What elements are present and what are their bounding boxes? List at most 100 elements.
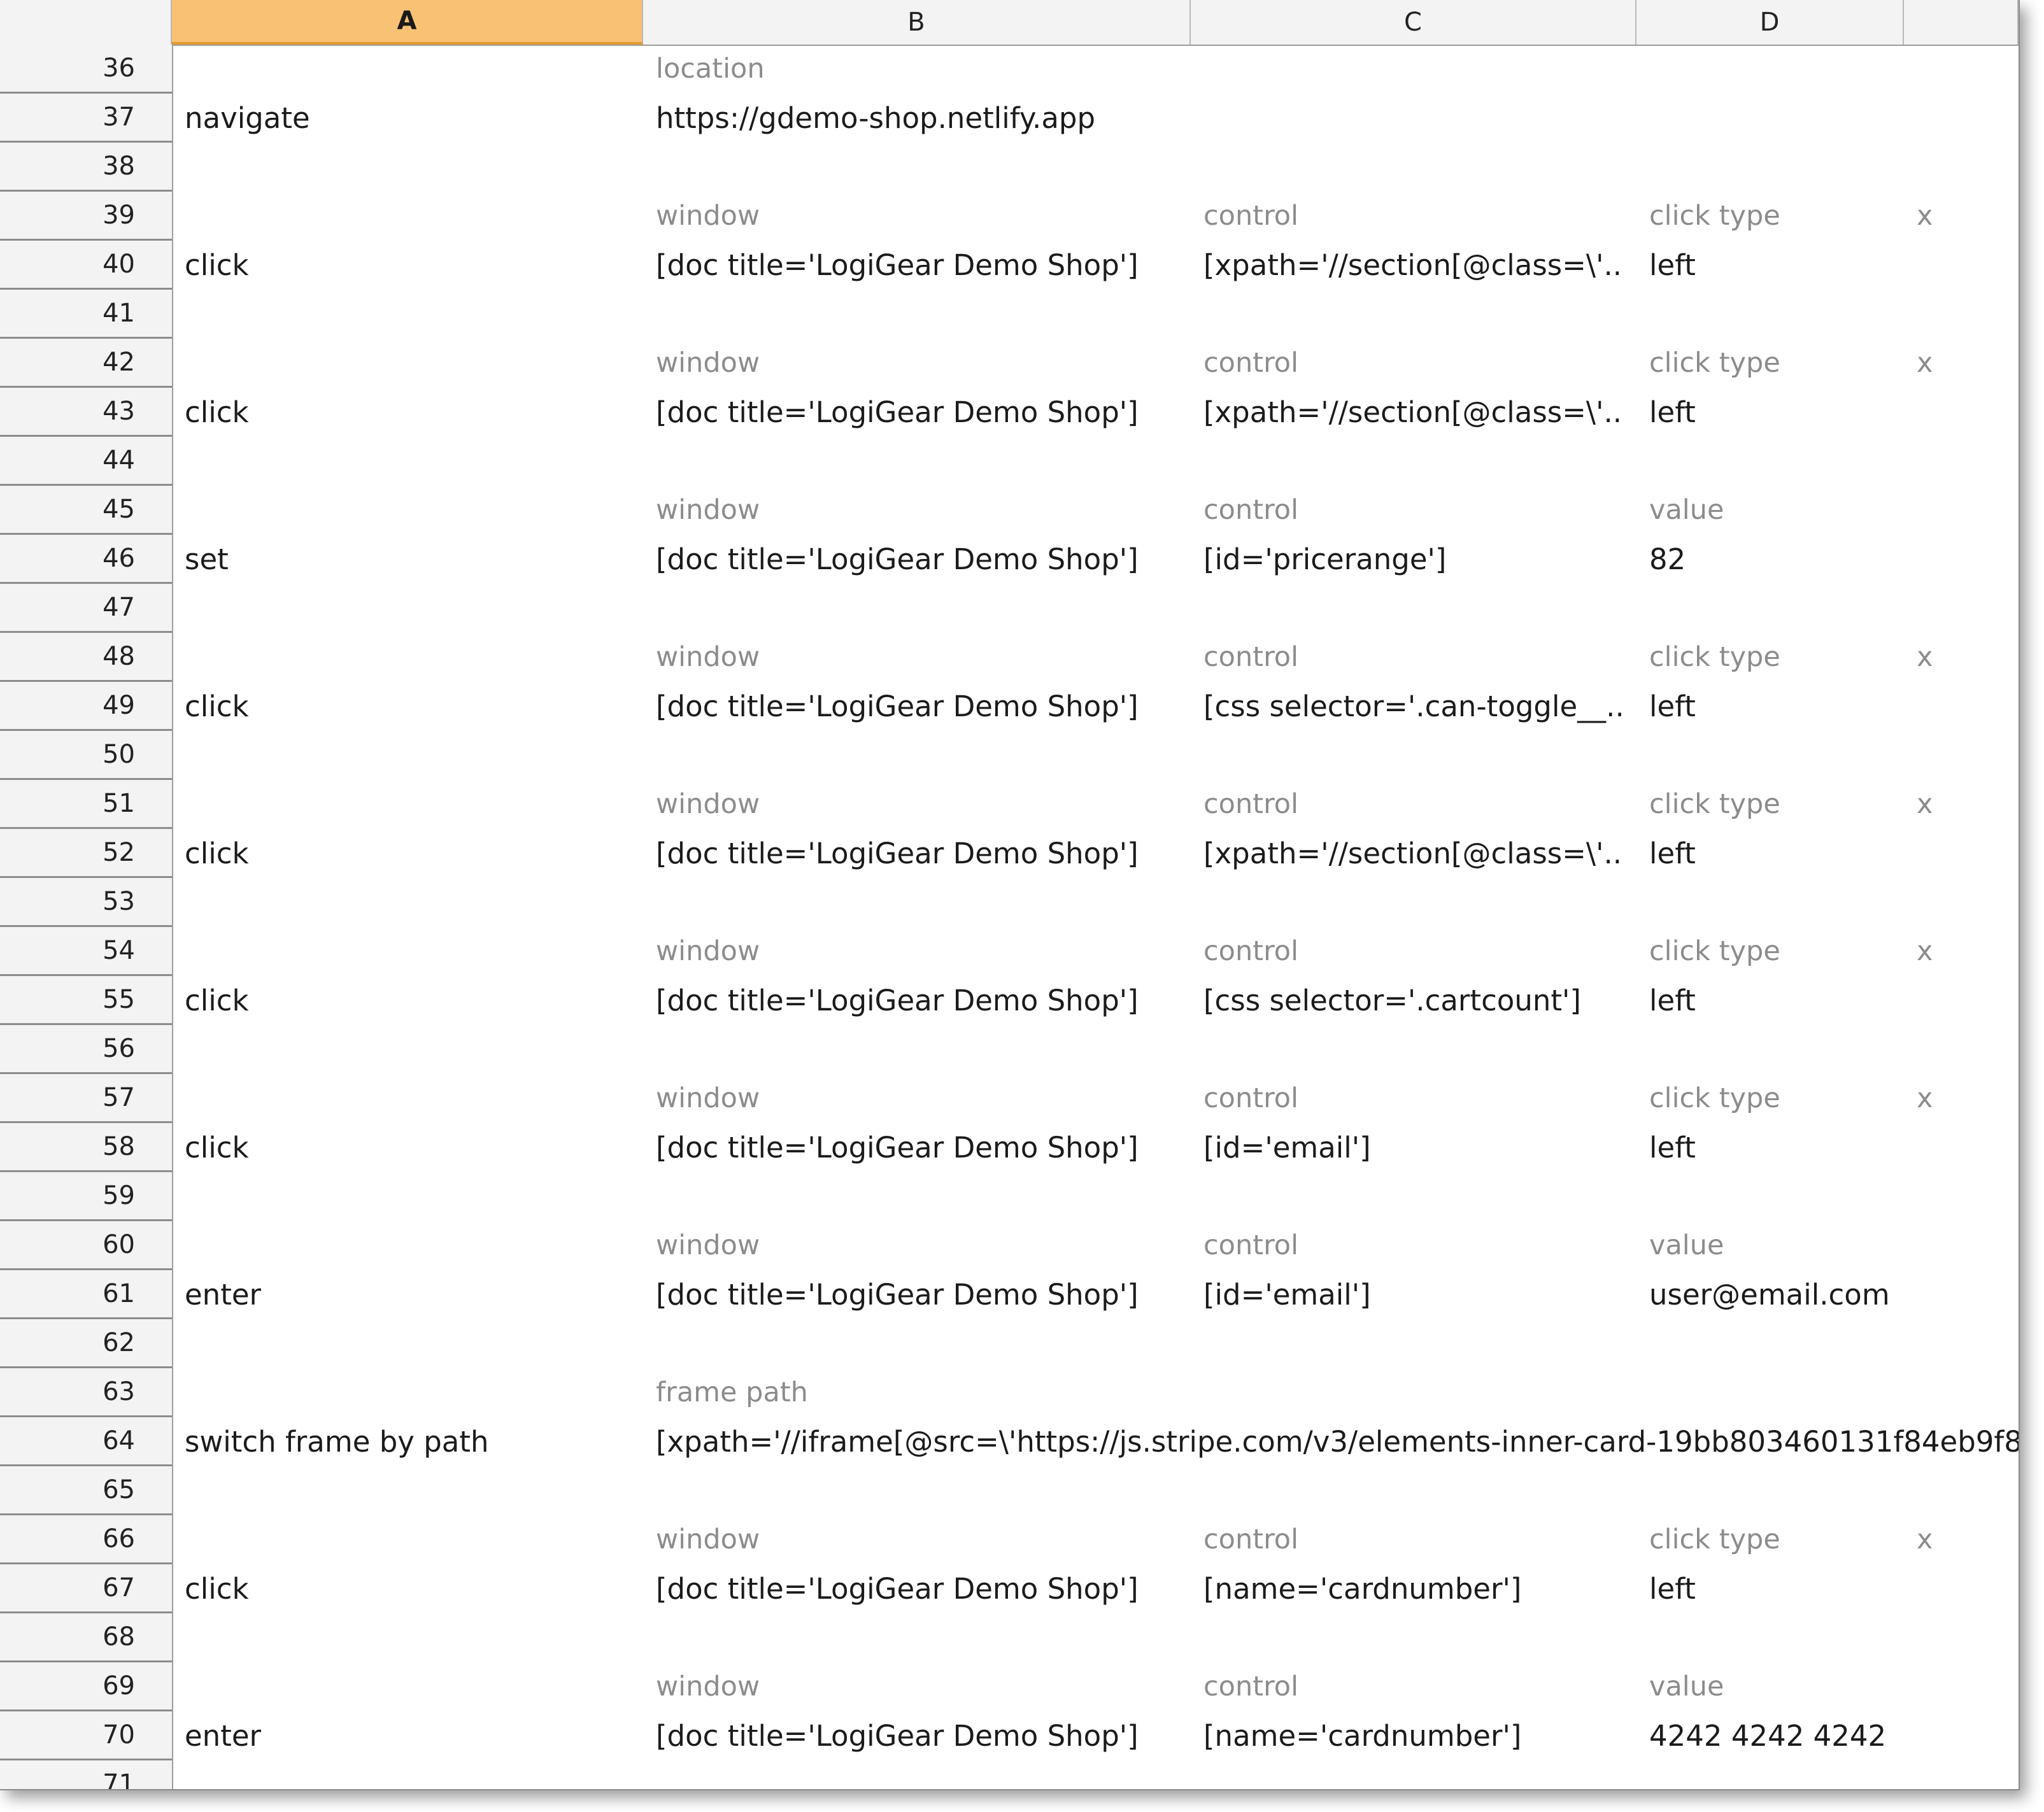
cell-e46[interactable]: [1917, 535, 2006, 584]
row-header[interactable]: 63: [0, 1368, 172, 1417]
cell-c58[interactable]: [id='email']: [1203, 1123, 1624, 1172]
cell-d62[interactable]: [1649, 1319, 1891, 1368]
cell-a58[interactable]: click: [185, 1123, 630, 1172]
cell-c65[interactable]: [1203, 1466, 1624, 1515]
row-header[interactable]: 65: [0, 1466, 172, 1515]
cell-c62[interactable]: [1203, 1319, 1624, 1368]
cell-e36[interactable]: [1917, 45, 2006, 94]
cell-a54[interactable]: [185, 927, 630, 976]
cell-e71[interactable]: [1917, 1760, 2006, 1789]
cell-b49[interactable]: [doc title='LogiGear Demo Shop']: [656, 682, 1178, 731]
cell-c69[interactable]: control: [1203, 1662, 1624, 1711]
cell-b53[interactable]: [656, 878, 1178, 927]
cell-c36[interactable]: [1203, 45, 1624, 94]
cell-a70[interactable]: enter: [185, 1711, 630, 1760]
cell-c37[interactable]: [1203, 94, 1624, 143]
cell-c51[interactable]: control: [1203, 780, 1624, 829]
column-header-a[interactable]: A: [172, 0, 643, 45]
cell-e65[interactable]: [1917, 1466, 2006, 1515]
cell-a47[interactable]: [185, 584, 630, 633]
cell-a40[interactable]: click: [185, 241, 630, 290]
cell-e38[interactable]: [1917, 143, 2006, 192]
cell-d63[interactable]: [1649, 1368, 1891, 1417]
row-header[interactable]: 44: [0, 437, 172, 486]
cell-e41[interactable]: [1917, 290, 2006, 339]
cell-b61[interactable]: [doc title='LogiGear Demo Shop']: [656, 1270, 1178, 1319]
cell-c39[interactable]: control: [1203, 192, 1624, 241]
cell-e61[interactable]: [1917, 1270, 2006, 1319]
row-header[interactable]: 55: [0, 976, 172, 1025]
cell-b43[interactable]: [doc title='LogiGear Demo Shop']: [656, 388, 1178, 437]
cell-d58[interactable]: left: [1649, 1123, 1891, 1172]
row-header[interactable]: 36: [0, 45, 172, 94]
cell-a56[interactable]: [185, 1025, 630, 1074]
cell-d40[interactable]: left: [1649, 241, 1891, 290]
cell-c43[interactable]: [xpath='//section[@class=\'...: [1203, 388, 1624, 437]
cell-a59[interactable]: [185, 1172, 630, 1221]
cell-a55[interactable]: click: [185, 976, 630, 1025]
cell-e50[interactable]: [1917, 731, 2006, 780]
column-header-d[interactable]: D: [1636, 0, 1904, 45]
row-header[interactable]: 53: [0, 878, 172, 927]
cell-e56[interactable]: [1917, 1025, 2006, 1074]
row-header[interactable]: 51: [0, 780, 172, 829]
cell-d43[interactable]: left: [1649, 388, 1891, 437]
cell-b67[interactable]: [doc title='LogiGear Demo Shop']: [656, 1564, 1178, 1613]
cell-e62[interactable]: [1917, 1319, 2006, 1368]
column-header-b[interactable]: B: [643, 0, 1191, 45]
cell-a66[interactable]: [185, 1515, 630, 1564]
cell-c59[interactable]: [1203, 1172, 1624, 1221]
cell-a39[interactable]: [185, 192, 630, 241]
cell-a71[interactable]: [185, 1760, 630, 1789]
cell-d46[interactable]: 82: [1649, 535, 1891, 584]
cell-e54[interactable]: x: [1917, 927, 2006, 976]
row-header[interactable]: 46: [0, 535, 172, 584]
cell-b52[interactable]: [doc title='LogiGear Demo Shop']: [656, 829, 1178, 878]
cell-e53[interactable]: [1917, 878, 2006, 927]
cell-b50[interactable]: [656, 731, 1178, 780]
cell-a43[interactable]: click: [185, 388, 630, 437]
row-header[interactable]: 60: [0, 1221, 172, 1270]
cell-c40[interactable]: [xpath='//section[@class=\'...: [1203, 241, 1624, 290]
cell-b48[interactable]: window: [656, 633, 1178, 682]
row-header[interactable]: 40: [0, 241, 172, 290]
cell-e37[interactable]: [1917, 94, 2006, 143]
cell-a46[interactable]: set: [185, 535, 630, 584]
cell-d36[interactable]: [1649, 45, 1891, 94]
row-header[interactable]: 43: [0, 388, 172, 437]
cell-b58[interactable]: [doc title='LogiGear Demo Shop']: [656, 1123, 1178, 1172]
row-header[interactable]: 64: [0, 1417, 172, 1466]
cell-c49[interactable]: [css selector='.can-toggle__...: [1203, 682, 1624, 731]
row-header[interactable]: 62: [0, 1319, 172, 1368]
cell-c50[interactable]: [1203, 731, 1624, 780]
cell-c63[interactable]: [1203, 1368, 1624, 1417]
row-header[interactable]: 41: [0, 290, 172, 339]
cell-e51[interactable]: x: [1917, 780, 2006, 829]
cell-a51[interactable]: [185, 780, 630, 829]
cell-a61[interactable]: enter: [185, 1270, 630, 1319]
row-header[interactable]: 56: [0, 1025, 172, 1074]
cell-e57[interactable]: x: [1917, 1074, 2006, 1123]
cell-c57[interactable]: control: [1203, 1074, 1624, 1123]
cell-c67[interactable]: [name='cardnumber']: [1203, 1564, 1624, 1613]
cell-b65[interactable]: [656, 1466, 1178, 1515]
cell-b57[interactable]: window: [656, 1074, 1178, 1123]
row-header[interactable]: 66: [0, 1515, 172, 1564]
row-header[interactable]: 59: [0, 1172, 172, 1221]
cell-b60[interactable]: window: [656, 1221, 1178, 1270]
row-header[interactable]: 49: [0, 682, 172, 731]
cell-d57[interactable]: click type: [1649, 1074, 1891, 1123]
cell-e58[interactable]: [1917, 1123, 2006, 1172]
cell-b38[interactable]: [656, 143, 1178, 192]
cell-e70[interactable]: [1917, 1711, 2006, 1760]
cell-e43[interactable]: [1917, 388, 2006, 437]
cell-e42[interactable]: x: [1917, 339, 2006, 388]
cell-a69[interactable]: [185, 1662, 630, 1711]
cell-e48[interactable]: x: [1917, 633, 2006, 682]
cell-b69[interactable]: window: [656, 1662, 1178, 1711]
cell-a68[interactable]: [185, 1613, 630, 1662]
cell-d49[interactable]: left: [1649, 682, 1891, 731]
cell-b62[interactable]: [656, 1319, 1178, 1368]
cell-c45[interactable]: control: [1203, 486, 1624, 535]
row-header[interactable]: 54: [0, 927, 172, 976]
